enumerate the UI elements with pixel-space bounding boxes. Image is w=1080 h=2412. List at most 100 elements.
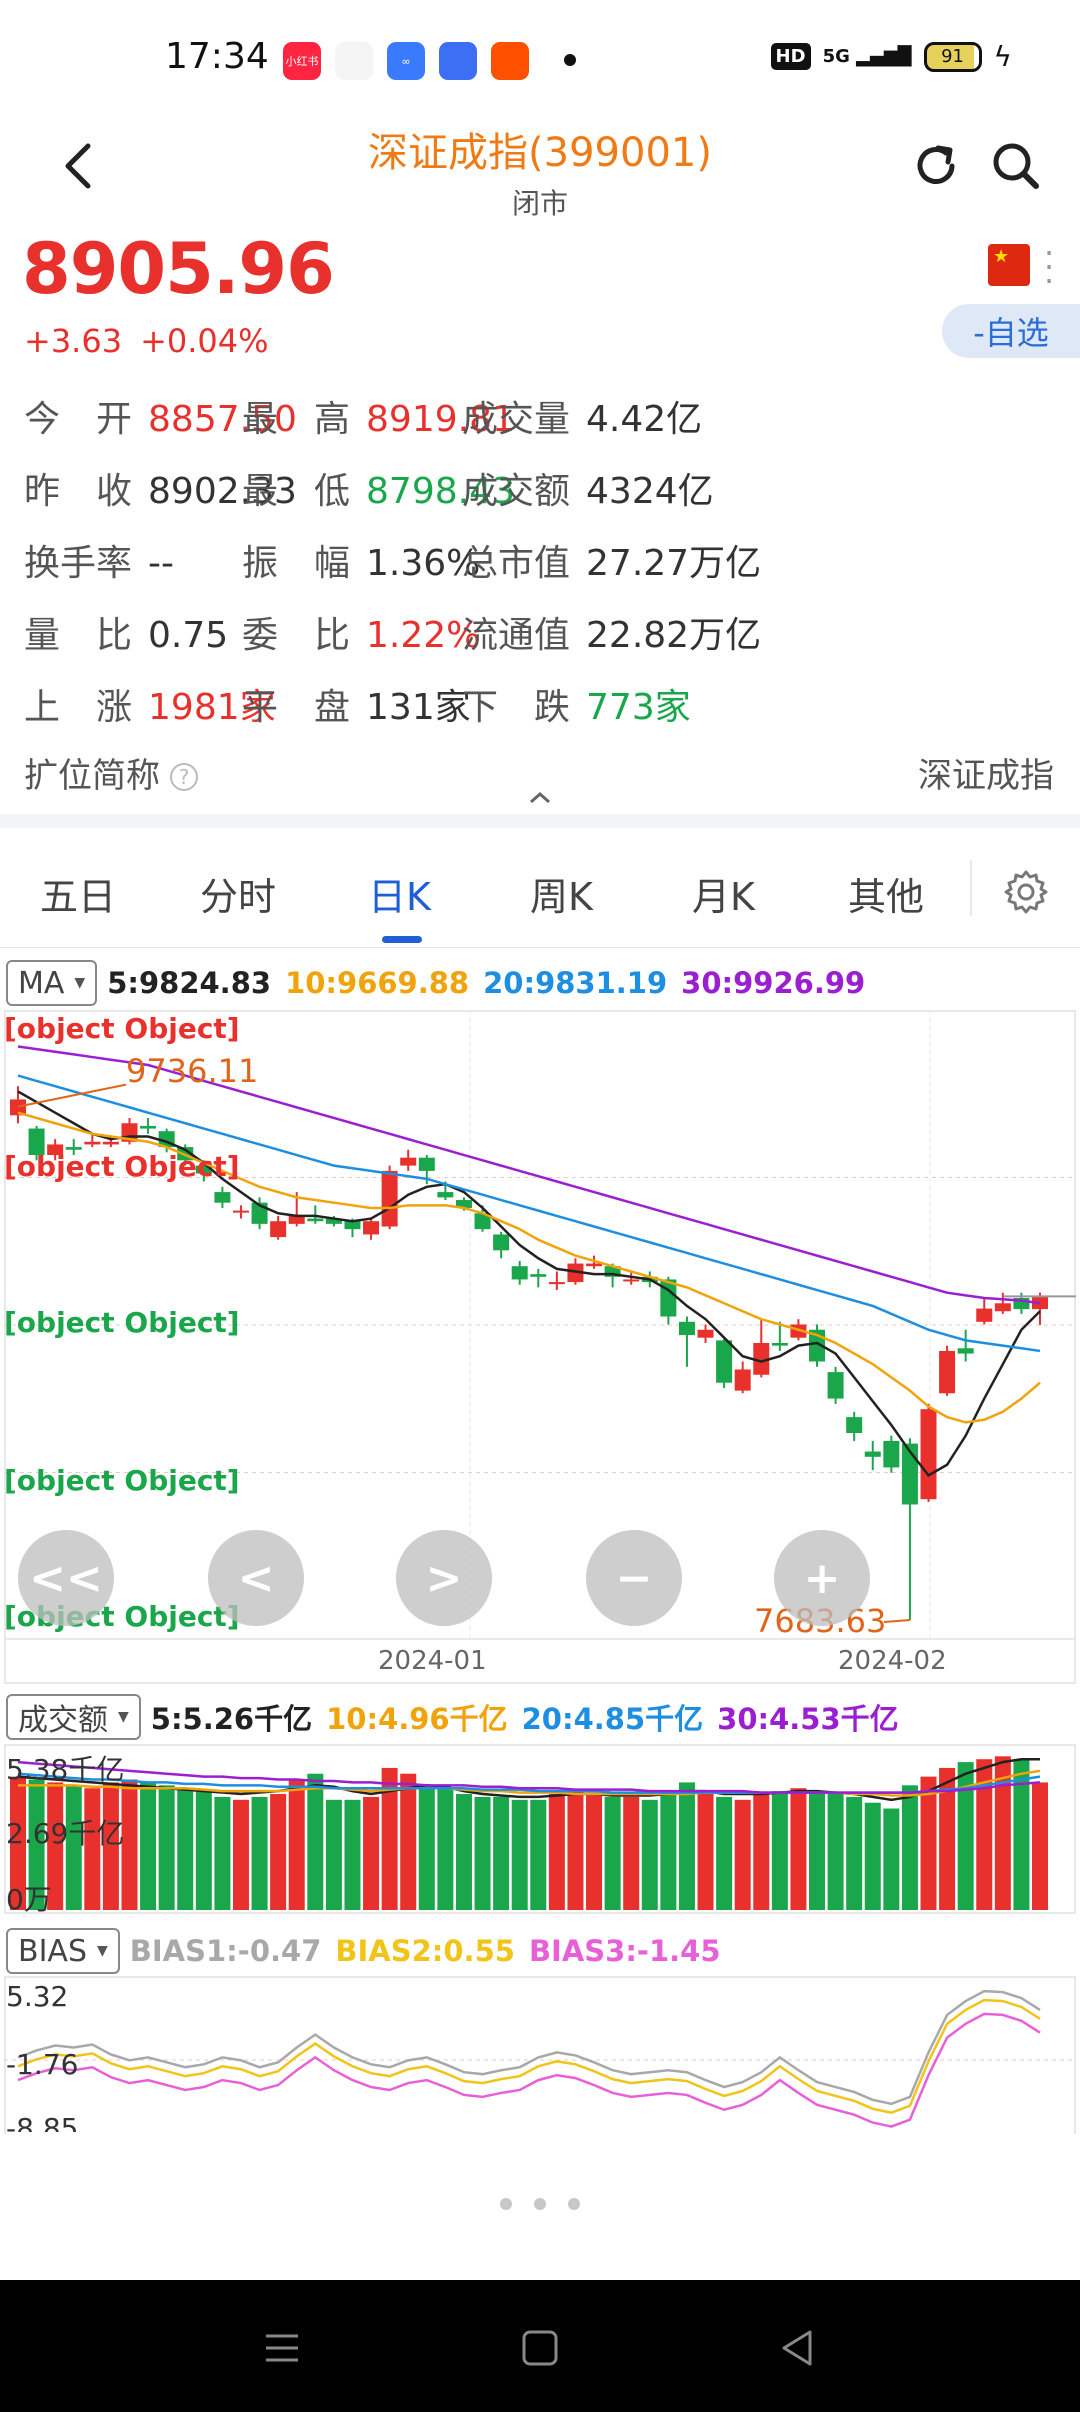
scroll-left-button[interactable]: < — [208, 1530, 304, 1626]
candle — [883, 1440, 900, 1468]
volume-value-3: 30:4.53千亿 — [717, 1702, 899, 1736]
ma-value-2: 20:9831.19 — [483, 966, 668, 1000]
volume-bar — [660, 1791, 677, 1910]
tab-2[interactable]: 日K — [368, 866, 431, 921]
volume-bar — [140, 1782, 157, 1910]
volume-bar — [1013, 1759, 1030, 1910]
page-dot — [500, 2198, 512, 2210]
refresh-icon[interactable] — [908, 138, 964, 194]
volume-bar — [901, 1785, 918, 1910]
zoom-out-button[interactable]: − — [586, 1530, 682, 1626]
scroll-start-button[interactable]: << — [18, 1530, 114, 1626]
volume-bar — [455, 1794, 472, 1910]
gear-icon[interactable] — [1002, 868, 1050, 916]
tab-3[interactable]: 周K — [530, 866, 593, 921]
volume-value-1: 10:4.96千亿 — [326, 1702, 508, 1736]
tab-0[interactable]: 五日 — [40, 866, 116, 921]
change-percent: +0.04% — [140, 322, 269, 360]
stats-row: 换手率 -- 振 幅 1.36% 总市值 27.27万亿 — [24, 534, 1064, 606]
volume-bar — [251, 1796, 268, 1910]
more-vertical-icon[interactable]: · · · — [1044, 237, 1060, 297]
volume-bar — [400, 1773, 417, 1910]
volume-selector-label: 成交额 — [18, 1703, 108, 1738]
bias-chart[interactable] — [4, 1976, 1076, 2134]
candle — [84, 1141, 101, 1145]
volume-chart[interactable] — [4, 1744, 1076, 1914]
volume-bar — [437, 1788, 454, 1910]
charging-icon: ϟ — [993, 40, 1012, 73]
volume-bar — [883, 1808, 900, 1910]
volume-bar — [641, 1799, 658, 1910]
candle — [697, 1329, 714, 1338]
candle — [214, 1192, 231, 1203]
stat-label: 委 比 — [242, 615, 351, 656]
max-leader-line — [17, 1083, 127, 1108]
candle — [232, 1210, 249, 1213]
collapse-chevron-icon[interactable] — [528, 790, 552, 804]
volume-bar — [548, 1794, 565, 1910]
bias-axis-bottom: -8.85 — [6, 2112, 79, 2132]
extended-name-label: 扩位简称 — [24, 756, 160, 796]
volume-bar — [623, 1796, 640, 1910]
stat-item: 下 跌 773家 — [462, 678, 691, 730]
volume-bar — [474, 1796, 491, 1910]
hd-icon: HD — [770, 43, 811, 70]
volume-bar — [232, 1799, 249, 1910]
stat-value: -- — [148, 543, 174, 584]
stat-item: 委 比 1.22% — [242, 606, 480, 658]
volume-bar — [511, 1799, 528, 1910]
home-icon[interactable] — [518, 2326, 562, 2370]
stat-label: 昨 收 — [24, 471, 133, 512]
date-label-jan: 2024-01 — [378, 1646, 487, 1676]
app-header: 深证成指(399001) 闭市 — [0, 110, 1080, 230]
ma-selector[interactable]: MA ▼ — [6, 960, 98, 1006]
remove-watchlist-button[interactable]: -自选 — [942, 304, 1080, 358]
volume-bar — [344, 1799, 361, 1910]
search-icon[interactable] — [988, 138, 1044, 194]
more-notifications-dot — [564, 54, 576, 66]
status-bar: 17:34 小红书 ∞ HD 5G ▂▄▆█ 91 ϟ — [0, 0, 1080, 120]
stat-item: 总市值 27.27万亿 — [462, 534, 761, 586]
candle — [920, 1409, 937, 1500]
stat-item: 换手率 -- — [24, 534, 174, 586]
scroll-right-button[interactable]: > — [396, 1530, 492, 1626]
stats-row: 今 开 8857.50 最 高 8919.81 成交量 4.42亿 — [24, 390, 1064, 462]
candle — [363, 1221, 380, 1235]
volume-values: 5:5.26千亿 10:4.96千亿 20:4.85千亿 30:4.53千亿 — [151, 1696, 913, 1738]
notification-icons: 小红书 ∞ — [283, 42, 529, 80]
extended-name-row: 扩位简称? — [24, 748, 198, 797]
volume-bar — [678, 1782, 695, 1910]
volume-selector[interactable]: 成交额 ▼ — [6, 1694, 141, 1740]
stat-label: 量 比 — [24, 615, 133, 656]
stat-label: 上 涨 — [24, 687, 133, 728]
tab-1[interactable]: 分时 — [200, 866, 276, 921]
price-axis-label: [object Object] — [4, 1464, 240, 1497]
clock: 17:34 — [165, 36, 269, 77]
zoom-in-button[interactable]: + — [774, 1530, 870, 1626]
current-price: 8905.96 — [22, 228, 335, 310]
stat-label: 今 开 — [24, 399, 133, 440]
bias-selector[interactable]: BIAS ▼ — [6, 1928, 120, 1974]
stat-label: 换手率 — [24, 543, 133, 584]
help-icon[interactable]: ? — [170, 763, 198, 791]
back-nav-icon[interactable] — [776, 2326, 820, 2370]
volume-bar — [920, 1776, 937, 1910]
stat-label: 成交量 — [462, 399, 571, 440]
candle — [716, 1340, 733, 1383]
tab-4[interactable]: 月K — [692, 866, 755, 921]
volume-bar — [604, 1796, 621, 1910]
video-app-icon — [335, 42, 373, 80]
caret-down-icon: ▼ — [97, 1943, 108, 1959]
candle — [140, 1125, 157, 1129]
volume-legend: 成交额 ▼ 5:5.26千亿 10:4.96千亿 20:4.85千亿 30:4.53千亿 — [6, 1692, 913, 1742]
stat-value: 22.82万亿 — [586, 615, 762, 656]
candle — [530, 1274, 547, 1277]
volume-axis-bottom: 0万 — [6, 1883, 52, 1916]
candle — [771, 1342, 788, 1346]
tab-5[interactable]: 其他 — [848, 866, 924, 921]
infinity-app-icon: ∞ — [387, 42, 425, 80]
price-axis-label: [object Object] — [4, 1150, 240, 1183]
candle — [734, 1369, 751, 1391]
menu-icon[interactable] — [260, 2326, 304, 2370]
xiaohongshu-app-icon: 小红书 — [283, 42, 321, 80]
